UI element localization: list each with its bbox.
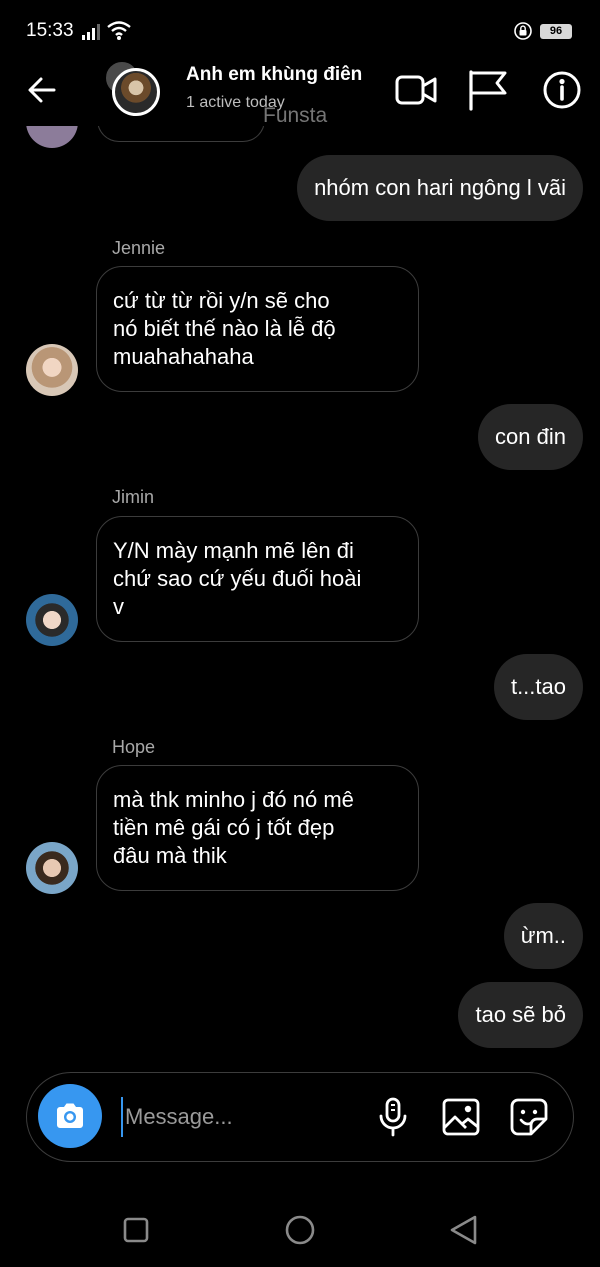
message-incoming[interactable]: Y/N mày mạnh mẽ lên đi chứ sao cứ yếu đu… bbox=[96, 516, 419, 642]
microphone-icon[interactable] bbox=[371, 1095, 415, 1139]
watermark: Funsta bbox=[263, 104, 328, 127]
sticker-icon[interactable] bbox=[507, 1095, 551, 1139]
message-composer bbox=[26, 1072, 574, 1162]
sender-name: Jimin bbox=[112, 487, 155, 507]
message-line: đâu mà thik bbox=[113, 843, 227, 868]
message-line: tiền mê gái có j tốt đẹp bbox=[113, 815, 335, 840]
message-outgoing[interactable]: tao sẽ bỏ bbox=[458, 982, 583, 1048]
message-line: chứ sao cứ yếu đuối hoài bbox=[113, 566, 362, 591]
camera-button[interactable] bbox=[38, 1084, 102, 1148]
message-incoming[interactable]: cứ từ từ rồi y/n sẽ cho nó biết thế nào … bbox=[96, 266, 419, 392]
chat-title[interactable]: Anh em khùng điên bbox=[186, 64, 362, 86]
camera-icon bbox=[57, 1103, 83, 1128]
message-line: mà thk minho j đó nó mê bbox=[113, 787, 354, 812]
message-outgoing[interactable]: t...tao bbox=[493, 654, 583, 720]
message-line: Y/N mày mạnh mẽ lên đi bbox=[113, 538, 354, 563]
message-incoming[interactable]: mà thk minho j đó nó mê tiền mê gái có j… bbox=[96, 765, 419, 891]
video-camera-icon[interactable] bbox=[394, 68, 438, 112]
image-icon[interactable] bbox=[439, 1095, 483, 1139]
message-thread[interactable]: nhóm con hari ngông l vãi Jennie cứ từ t… bbox=[0, 0, 600, 1060]
message-input[interactable] bbox=[121, 1097, 361, 1137]
message-line: v bbox=[113, 594, 124, 619]
back-arrow-icon[interactable] bbox=[22, 70, 62, 110]
message-outgoing[interactable]: nhóm con hari ngông l vãi bbox=[297, 155, 583, 221]
message-line: muahahahaha bbox=[113, 344, 254, 369]
avatar[interactable] bbox=[26, 594, 78, 646]
message-outgoing[interactable]: con đin bbox=[478, 404, 583, 470]
system-nav-bar bbox=[0, 1190, 600, 1267]
nav-back-icon[interactable] bbox=[444, 1210, 484, 1250]
sender-name: Jennie bbox=[112, 238, 166, 258]
group-avatar[interactable] bbox=[104, 60, 162, 120]
avatar[interactable] bbox=[26, 344, 78, 396]
flag-icon[interactable] bbox=[466, 68, 510, 112]
chat-header: Anh em khùng điên 1 active today Funsta bbox=[0, 56, 600, 127]
home-icon[interactable] bbox=[280, 1210, 320, 1250]
message-line: nó biết thế nào là lễ độ bbox=[113, 316, 336, 341]
sender-name: Hope bbox=[112, 737, 156, 757]
avatar bbox=[112, 68, 160, 116]
recent-apps-icon[interactable] bbox=[116, 1210, 156, 1250]
info-icon[interactable] bbox=[540, 68, 584, 112]
message-line: cứ từ từ rồi y/n sẽ cho bbox=[113, 288, 330, 313]
avatar[interactable] bbox=[26, 842, 78, 894]
message-outgoing[interactable]: ừm.. bbox=[503, 903, 583, 969]
